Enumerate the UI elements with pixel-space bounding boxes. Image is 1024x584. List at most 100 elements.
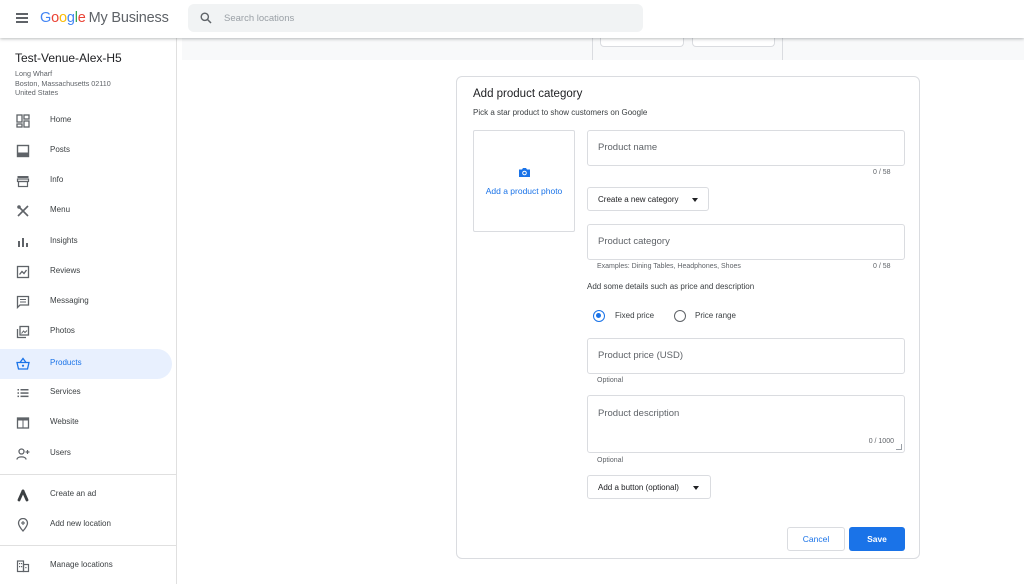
background-divider bbox=[592, 38, 593, 60]
price-optional-helper: Optional bbox=[597, 377, 624, 384]
sidebar-item-website[interactable]: Website bbox=[0, 408, 172, 438]
sidebar-item-label: Website bbox=[50, 417, 79, 426]
logo-suffix: My Business bbox=[88, 10, 169, 26]
bar-chart-icon bbox=[18, 238, 28, 247]
storefront-icon bbox=[16, 176, 30, 188]
camera-icon bbox=[519, 168, 530, 177]
product-name-counter: 0 / 58 bbox=[873, 169, 891, 176]
list-icon bbox=[17, 389, 29, 398]
photos-icon bbox=[16, 325, 30, 339]
hamburger-menu-icon[interactable] bbox=[16, 13, 28, 23]
business-name: Test-Venue-Alex-H5 bbox=[15, 51, 122, 65]
logo-letter: e bbox=[77, 10, 86, 26]
sidebar-item-add-location[interactable]: Add new location bbox=[0, 510, 172, 540]
sidebar-item-label: Users bbox=[50, 448, 71, 457]
sidebar-item-info[interactable]: Info bbox=[0, 166, 172, 196]
sidebar-item-label: Services bbox=[50, 387, 81, 396]
buildings-icon bbox=[16, 560, 30, 573]
logo-letter: g bbox=[66, 10, 75, 26]
location-pin-icon bbox=[17, 518, 29, 532]
product-price-placeholder: Product price (USD) bbox=[598, 350, 683, 361]
address-line: United States bbox=[15, 88, 59, 98]
price-range-radio[interactable] bbox=[674, 310, 686, 322]
category-dropdown-button[interactable]: Create a new category bbox=[587, 187, 709, 211]
sidebar-divider bbox=[0, 545, 177, 546]
sidebar-item-home[interactable]: Home bbox=[0, 106, 172, 136]
category-counter: 0 / 58 bbox=[873, 263, 891, 270]
card-subtitle: Pick a star product to show customers on… bbox=[473, 108, 648, 117]
sidebar-item-photos[interactable]: Photos bbox=[0, 317, 172, 347]
sidebar-item-label: Reviews bbox=[50, 266, 81, 275]
business-address: Long Wharf Boston, Massachusetts 02110 U… bbox=[15, 69, 111, 98]
product-name-field[interactable]: Product name bbox=[587, 130, 905, 166]
reviews-icon bbox=[16, 265, 30, 279]
address-line: Long Wharf bbox=[15, 69, 53, 78]
sidebar-item-label: Manage locations bbox=[50, 560, 113, 569]
search-bar[interactable] bbox=[188, 4, 643, 32]
sidebar-item-label: Home bbox=[50, 115, 72, 124]
sidebar-item-insights[interactable]: Insights bbox=[0, 227, 172, 257]
logo-letter: o bbox=[51, 10, 59, 26]
fixed-price-label[interactable]: Fixed price bbox=[615, 311, 654, 320]
card-title: Add product category bbox=[473, 88, 583, 100]
product-description-placeholder: Product description bbox=[598, 408, 680, 419]
add-user-icon bbox=[16, 448, 30, 460]
chevron-down-icon bbox=[693, 486, 699, 490]
sidebar-item-create-ad[interactable]: Create an ad bbox=[0, 480, 172, 510]
category-dropdown-label: Create a new category bbox=[598, 195, 679, 204]
sidebar-item-label: Posts bbox=[50, 145, 71, 154]
chat-icon bbox=[16, 295, 30, 309]
product-category-field[interactable]: Product category bbox=[587, 224, 905, 260]
sidebar-item-menu[interactable]: Menu bbox=[0, 196, 172, 226]
dashboard-icon bbox=[16, 114, 30, 128]
sidebar-item-label: Messaging bbox=[50, 296, 89, 305]
sidebar-item-products[interactable]: Products bbox=[0, 349, 172, 379]
category-examples-text: Examples: Dining Tables, Headphones, Sho… bbox=[597, 263, 741, 270]
sidebar-divider bbox=[0, 474, 177, 475]
add-photo-label: Add a product photo bbox=[485, 186, 563, 196]
add-product-photo-button[interactable]: Add a product photo bbox=[473, 130, 575, 232]
sidebar-item-messaging[interactable]: Messaging bbox=[0, 287, 172, 317]
save-button[interactable]: Save bbox=[849, 527, 905, 551]
add-button-dropdown-label: Add a button (optional) bbox=[598, 483, 679, 492]
utensils-icon bbox=[17, 205, 29, 217]
basket-icon bbox=[16, 357, 30, 370]
search-icon bbox=[200, 12, 212, 24]
sidebar-item-label: Menu bbox=[50, 205, 71, 214]
product-name-placeholder: Product name bbox=[598, 142, 658, 153]
google-my-business-logo[interactable]: Google My Business bbox=[40, 10, 169, 26]
description-optional-helper: Optional bbox=[597, 457, 624, 464]
sidebar-item-label: Insights bbox=[50, 236, 78, 245]
sidebar-item-posts[interactable]: Posts bbox=[0, 136, 172, 166]
logo-letter: o bbox=[58, 10, 67, 26]
background-button bbox=[692, 38, 775, 47]
google-ads-icon bbox=[17, 489, 29, 502]
sidebar-item-label: Create an ad bbox=[50, 489, 97, 498]
fixed-price-radio[interactable] bbox=[593, 310, 605, 322]
address-line: Boston, Massachusetts 02110 bbox=[15, 78, 111, 88]
add-product-card: Add product category Pick a star product… bbox=[456, 76, 920, 559]
search-input[interactable] bbox=[224, 4, 624, 32]
background-button bbox=[600, 38, 684, 47]
details-instructions: Add some details such as price and descr… bbox=[587, 282, 755, 291]
chevron-down-icon bbox=[692, 198, 698, 202]
background-divider bbox=[782, 38, 783, 60]
sidebar-item-label: Add new location bbox=[50, 519, 111, 528]
add-button-dropdown[interactable]: Add a button (optional) bbox=[587, 475, 711, 499]
price-range-label[interactable]: Price range bbox=[695, 311, 736, 320]
product-description-field[interactable]: Product description 0 / 1000 bbox=[587, 395, 905, 453]
product-price-field[interactable]: Product price (USD) bbox=[587, 338, 905, 374]
sidebar-item-manage-locations[interactable]: Manage locations bbox=[0, 551, 172, 581]
description-counter: 0 / 1000 bbox=[868, 438, 894, 445]
resize-handle-icon[interactable] bbox=[896, 444, 902, 450]
logo-letter: G bbox=[40, 10, 52, 26]
sidebar: Test-Venue-Alex-H5 Long Wharf Boston, Ma… bbox=[0, 38, 177, 584]
top-app-bar: Google My Business bbox=[0, 0, 1024, 38]
website-icon bbox=[16, 417, 30, 429]
sidebar-item-label: Products bbox=[50, 358, 82, 367]
sidebar-item-services[interactable]: Services bbox=[0, 378, 172, 408]
sidebar-item-users[interactable]: Users bbox=[0, 439, 172, 469]
sidebar-item-reviews[interactable]: Reviews bbox=[0, 257, 172, 287]
cancel-button[interactable]: Cancel bbox=[787, 527, 845, 551]
product-category-placeholder: Product category bbox=[598, 236, 670, 247]
